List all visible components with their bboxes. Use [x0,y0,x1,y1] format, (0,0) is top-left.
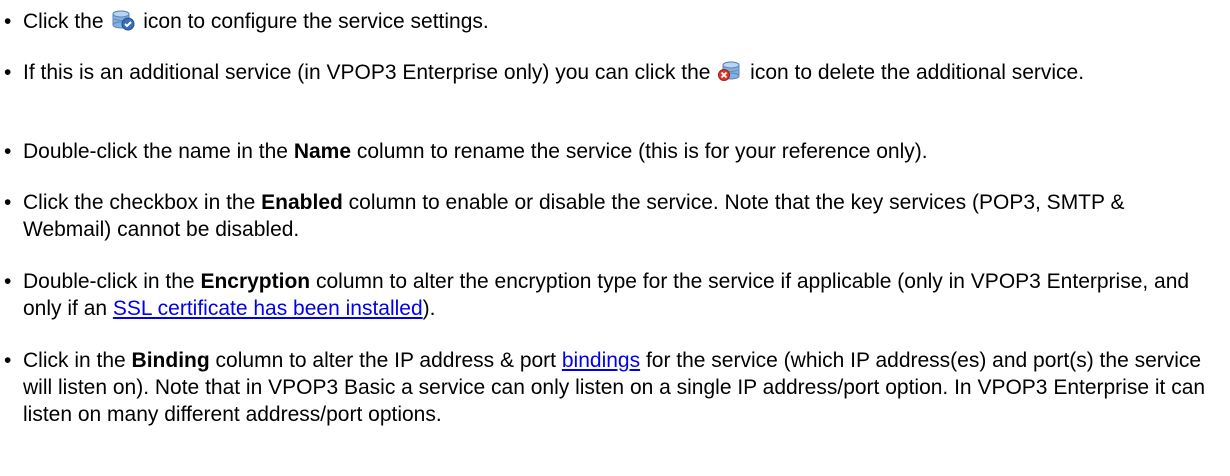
bullet-dot: • [4,191,12,214]
item-text-after: ). [422,297,436,320]
ssl-certificate-link[interactable]: SSL certificate has been installed [113,297,423,320]
list-item-configure: • Click the icon to configure the servic… [0,8,1215,35]
item-text-after: icon to delete the additional service. [750,61,1085,84]
list-item-binding-column: • Click in the Binding column to alter t… [0,347,1215,428]
item-text-middle: column to alter the IP address & port [215,349,557,372]
column-name-binding: Binding [131,349,210,372]
list-item-text: If this is an additional service (in VPO… [23,59,1218,86]
column-name-name: Name [293,140,352,163]
column-name-enabled: Enabled [261,191,343,214]
item-text-before: If this is an additional service (in VPO… [23,61,711,84]
item-text-after: icon to configure the service settings. [143,10,489,33]
list-item-name-column: • Double-click the name in the Name colu… [0,138,1215,165]
list-item-text: Double-click in the Encryption column to… [23,268,1218,322]
bullet-dot: • [4,10,12,33]
bullet-dot: • [4,349,12,372]
database-configure-icon [111,9,135,31]
list-item-enabled-column: • Click the checkbox in the Enabled colu… [0,189,1215,243]
column-name-encryption: Encryption [200,270,311,293]
bullet-dot: • [4,140,12,163]
list-item-text: Click the checkbox in the Enabled column… [23,189,1218,243]
list-item-text: Click the icon to configure the service … [23,8,1218,35]
list-item-text: Click in the Binding column to alter the… [23,347,1218,428]
list-item-delete: • If this is an additional service (in V… [0,59,1215,86]
item-text-after: column to rename the service (this is fo… [356,140,928,163]
item-text-before: Double-click the name in the [23,140,288,163]
bindings-link[interactable]: bindings [562,349,640,372]
help-document: • Click the icon to configure the servic… [0,0,1230,476]
list-item-text: Double-click the name in the Name column… [23,138,1218,165]
item-text-before: Click in the [23,349,126,372]
database-delete-icon [718,60,742,82]
item-text-before: Click the [23,10,104,33]
item-text-before: Click the checkbox in the [23,191,256,214]
item-text-before: Double-click in the [23,270,195,293]
bullet-dot: • [4,270,12,293]
bullet-dot: • [4,61,12,84]
list-item-encryption-column: • Double-click in the Encryption column … [0,268,1215,322]
